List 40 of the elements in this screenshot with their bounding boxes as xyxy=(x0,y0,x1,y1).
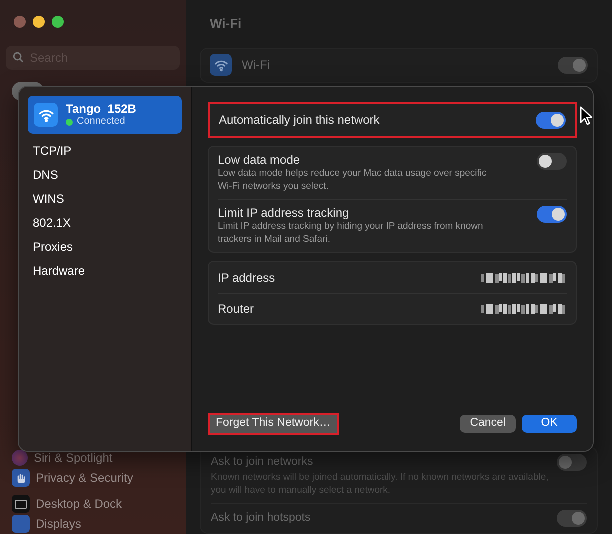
info-label: Router xyxy=(218,301,256,318)
setting-label: Low data mode xyxy=(218,153,302,168)
sidebar-item[interactable]: Desktop & Dock xyxy=(36,495,122,513)
toggle-switch[interactable] xyxy=(536,112,566,128)
toggle-switch[interactable] xyxy=(537,206,567,223)
setting-label: Automatically join this network xyxy=(219,112,381,129)
hand-icon xyxy=(12,469,30,487)
mouse-pointer-icon xyxy=(580,106,593,126)
sidebar-tab[interactable]: Hardware xyxy=(28,259,182,283)
sidebar-item[interactable]: Displays xyxy=(36,515,82,533)
ok-button[interactable]: OK xyxy=(522,415,577,433)
cancel-button[interactable]: Cancel xyxy=(460,415,516,433)
network-name: Tango_152B xyxy=(66,102,136,116)
setting-label: Ask to join networks xyxy=(211,454,314,470)
sidebar-tab[interactable]: Proxies xyxy=(28,235,182,259)
search-icon xyxy=(13,52,24,63)
siri-icon xyxy=(12,450,28,466)
toggle-switch[interactable] xyxy=(537,153,567,170)
setting-label: Limit IP address tracking xyxy=(218,206,350,221)
toggle-switch[interactable] xyxy=(557,510,587,527)
network-item[interactable]: Tango_152B Connected xyxy=(28,96,182,134)
setting-description: Limit IP address tracking by hiding your IP address from known trackers in Mail and Safari. xyxy=(218,221,484,246)
sidebar-tab[interactable]: DNS xyxy=(28,163,182,187)
toggle-switch[interactable] xyxy=(557,454,587,470)
monitor-icon xyxy=(12,495,30,513)
sidebar-item[interactable]: Privacy & Security xyxy=(36,469,134,487)
setting-label: Ask to join hotspots xyxy=(211,510,312,526)
sidebar-tab[interactable]: TCP/IP xyxy=(28,139,182,163)
toggle-switch[interactable] xyxy=(558,56,588,74)
wifi-label: Wi-Fi xyxy=(242,57,271,74)
zoom-button[interactable] xyxy=(52,16,64,28)
sidebar-tab[interactable]: 802.1X xyxy=(28,211,182,235)
forget-network-button[interactable]: Forget This Network… xyxy=(208,413,339,435)
close-button[interactable] xyxy=(14,16,26,28)
minimize-button[interactable] xyxy=(33,16,45,28)
window-title: Wi-Fi xyxy=(210,15,243,33)
setting-description: Low data mode helps reduce your Mac data usage over specific Wi-Fi networks you select. xyxy=(218,168,488,193)
sidebar-tab[interactable]: WINS xyxy=(28,187,182,211)
info-label: IP address xyxy=(218,270,276,286)
network-status: Connected xyxy=(77,116,126,128)
